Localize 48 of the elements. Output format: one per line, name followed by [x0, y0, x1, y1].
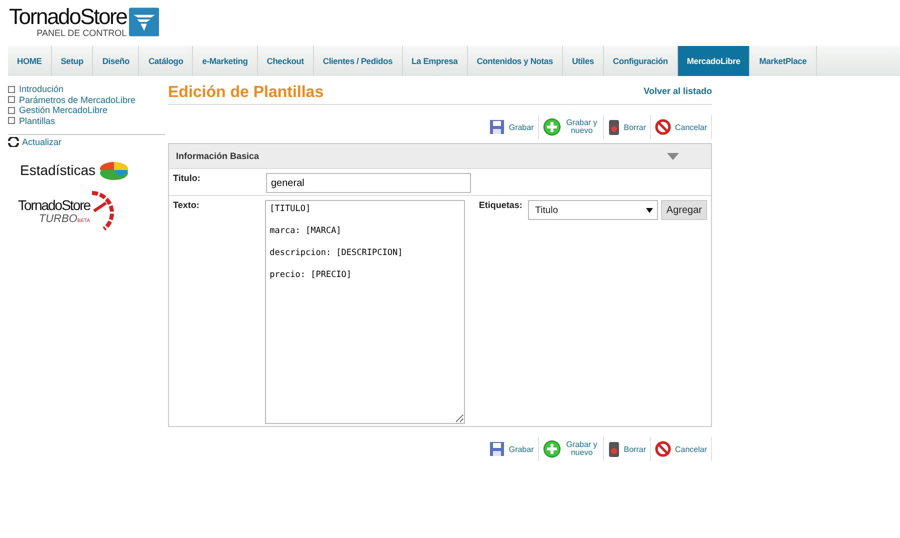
delete-button[interactable]: Borrar	[604, 437, 651, 461]
nav-tab[interactable]: Catálogo	[139, 46, 194, 76]
field-label: Texto:	[173, 200, 200, 210]
cancel-button[interactable]: Cancelar	[650, 437, 712, 461]
refresh-link[interactable]: Actualizar	[22, 137, 62, 147]
sidebar-item[interactable]: Parámetros de MercadoLibre	[8, 94, 165, 105]
cancel-button[interactable]: Cancelar	[650, 115, 712, 139]
save-button[interactable]: Grabar	[484, 437, 539, 461]
field-label: Titulo:	[173, 173, 202, 183]
section-title: Información Basica	[176, 151, 260, 161]
nav-tab[interactable]: Contenidos y Notas	[468, 46, 563, 76]
nav-tab[interactable]: Diseño	[93, 46, 140, 76]
sidebar-item[interactable]: Plantillas	[8, 116, 165, 126]
trash-can-icon	[608, 440, 620, 458]
add-button[interactable]: Agregar	[661, 200, 707, 220]
refresh-icon	[8, 137, 19, 147]
dropdown-arrow-icon	[646, 208, 654, 212]
nav-tab[interactable]: e-Marketing	[193, 46, 258, 76]
cancel-icon	[654, 441, 671, 457]
cancel-icon	[654, 119, 671, 135]
logo-subtitle: PANEL DE CONTROL	[36, 28, 127, 38]
save-new-button[interactable]: Grabar y nuevo	[538, 115, 604, 139]
sidebar-item[interactable]: Introdución	[8, 84, 165, 94]
nav-tab[interactable]: Setup	[52, 46, 94, 76]
logo-name: TornadoStore	[9, 6, 127, 28]
nav-tab[interactable]: Checkout	[258, 46, 314, 76]
text-area[interactable]: [TITULO] marca: [MARCA] descripcion: [DESCRIPCION] precio: [PRECIO]	[264, 200, 465, 424]
plus-icon	[542, 440, 561, 458]
page-title: Edición de Plantillas	[168, 84, 324, 102]
tornado-icon	[128, 6, 159, 38]
title-input[interactable]: general	[266, 173, 471, 193]
nav-tab[interactable]: MercadoLibre	[678, 46, 750, 76]
caret-icon[interactable]	[667, 152, 679, 160]
back-link[interactable]: Volver al listado	[644, 86, 712, 96]
nav-tab[interactable]: MarketPlace	[750, 46, 817, 76]
field-label: Etiquetas:	[478, 200, 524, 210]
sidebar-item[interactable]: Gestión MercadoLibre	[8, 105, 165, 116]
plus-icon	[542, 118, 561, 136]
nav-tab[interactable]: HOME	[8, 46, 52, 76]
delete-button[interactable]: Borrar	[604, 115, 651, 139]
save-button[interactable]: Grabar	[484, 115, 539, 139]
nav-tab[interactable]: Clientes / Pedidos	[314, 46, 403, 76]
statistics-banner[interactable]: Estadísticas	[20, 159, 130, 181]
tags-dropdown[interactable]: Titulo	[528, 200, 658, 220]
nav-tab[interactable]: Utiles	[562, 46, 604, 76]
save-new-button[interactable]: Grabar y nuevo	[538, 437, 604, 461]
nav-tab[interactable]: La Empresa	[402, 46, 468, 76]
trash-can-icon	[608, 118, 620, 136]
